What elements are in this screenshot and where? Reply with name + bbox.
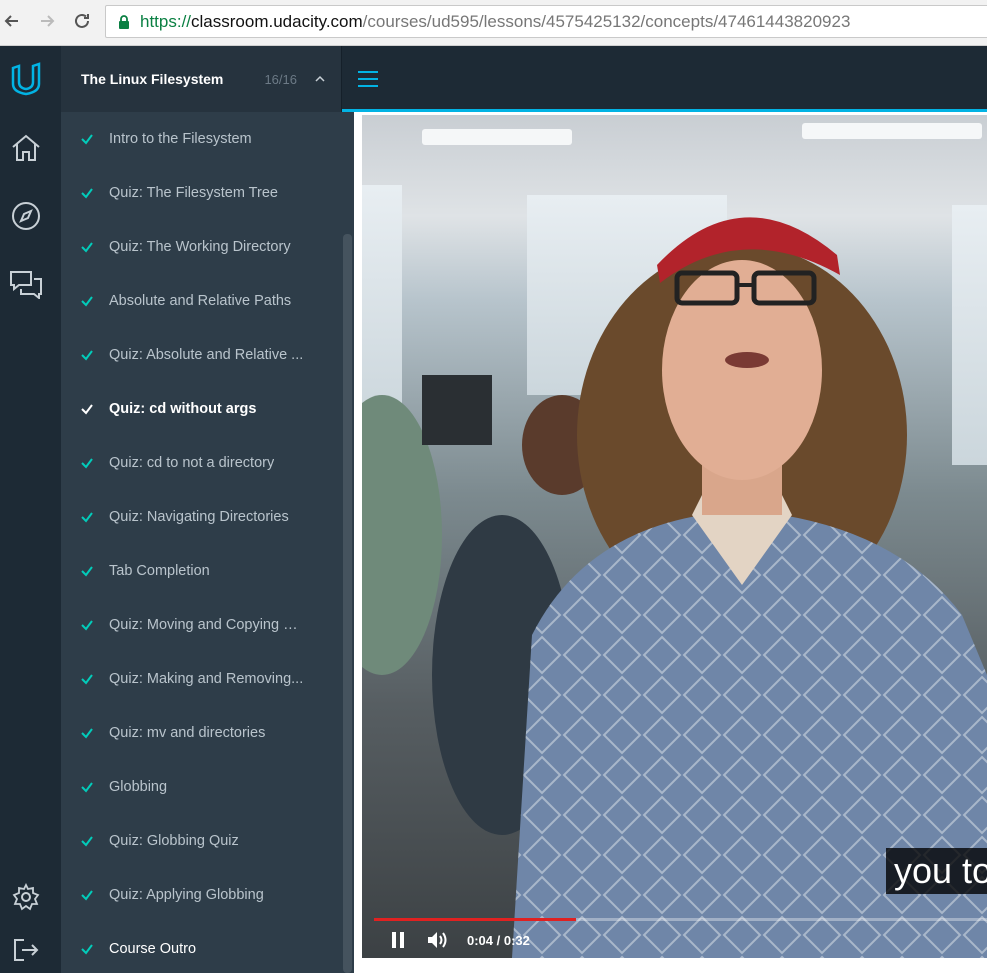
checkmark-icon [81,134,93,145]
lesson-progress-count: 16/16 [264,71,297,87]
reload-icon [75,13,89,28]
chevron-up-icon[interactable] [313,72,327,86]
checkmark-icon [81,782,93,793]
checkmark-icon [81,404,93,415]
concept-item[interactable]: Quiz: Globbing Quiz [61,814,341,868]
checkmark-icon [81,458,93,469]
video-caption: you to [886,848,987,894]
concept-item[interactable]: Quiz: Moving and Copying Fi... [61,598,341,652]
concept-item-label: Course Outro [109,941,197,957]
concept-item-label: Quiz: Navigating Directories [109,509,289,525]
lock-icon [119,14,129,29]
concept-item[interactable]: Quiz: The Filesystem Tree [61,166,341,220]
video-controls: 0:04 / 0:32 [387,926,530,954]
video-time: 0:04 / 0:32 [467,932,530,948]
concept-item[interactable]: Tab Completion [61,544,341,598]
lesson-header[interactable]: The Linux Filesystem 16/16 [61,46,341,112]
concept-item[interactable]: Quiz: Applying Globbing [61,868,341,922]
concept-item-label: Tab Completion [109,563,210,579]
volume-button[interactable] [427,929,449,951]
concept-item-label: Quiz: Moving and Copying Fi... [109,617,304,633]
sidebar-scrollbar[interactable] [341,46,354,973]
left-rail [0,46,61,973]
concept-item-label: Quiz: The Working Directory [109,239,291,255]
concept-item-label: Intro to the Filesystem [109,131,252,147]
concept-item-label: Quiz: Applying Globbing [109,887,264,903]
concept-item[interactable]: Quiz: cd to not a directory [61,436,341,490]
concept-item-label: Quiz: Globbing Quiz [109,833,239,849]
url-path: /courses/ud595/lessons/4575425132/concep… [362,11,851,31]
topbar-accent-line [342,109,987,112]
checkmark-icon [81,890,93,901]
concept-item[interactable]: Quiz: cd without args [61,382,341,436]
checkmark-icon [81,674,93,685]
checkmark-icon [81,728,93,739]
checkmark-icon [81,188,93,199]
checkmark-icon [81,350,93,361]
checkmark-icon [81,242,93,253]
concept-item[interactable]: Quiz: Making and Removing... [61,652,341,706]
checkmark-icon [81,836,93,847]
checkmark-icon [81,512,93,523]
concept-item-label: Globbing [109,779,168,795]
lesson-sidebar: The Linux Filesystem 16/16 Intro to the … [61,46,341,973]
url-text: https://classroom.udacity.com/courses/ud… [140,12,850,32]
concept-item-label: Quiz: mv and directories [109,725,266,741]
gear-icon[interactable] [8,879,44,915]
checkmark-icon [81,944,93,955]
home-icon[interactable] [8,130,44,166]
concept-list: Intro to the Filesystem Quiz: The Filesys… [61,112,341,973]
back-button[interactable] [0,9,24,33]
concept-item-label: Quiz: The Filesystem Tree [109,185,278,201]
concept-item-label: Absolute and Relative Paths [109,293,292,309]
chat-icon[interactable] [8,266,44,302]
video-player[interactable] [362,115,987,958]
browser-toolbar: https://classroom.udacity.com/courses/ud… [0,0,987,46]
concept-item[interactable]: Absolute and Relative Paths [61,274,341,328]
pause-icon [392,932,404,948]
video-progress-fill [374,918,577,921]
content-topbar [341,46,987,112]
forward-button[interactable] [35,9,59,33]
concept-item[interactable]: Quiz: Absolute and Relative ... [61,328,341,382]
concept-item-label: Quiz: Absolute and Relative ... [109,347,304,363]
lesson-title: The Linux Filesystem [81,71,224,87]
presenter-video-frame [362,217,987,958]
concept-item[interactable]: Quiz: The Working Directory [61,220,341,274]
checkmark-icon [81,296,93,307]
url-host: classroom.udacity.com [191,11,363,31]
concept-item[interactable]: Intro to the Filesystem [61,112,341,166]
concept-item-label: Quiz: cd without args [109,401,257,417]
back-arrow-icon [4,15,18,27]
pause-button[interactable] [387,929,409,951]
concept-item-label: Quiz: cd to not a directory [109,455,275,471]
volume-icon [428,932,447,948]
compass-icon[interactable] [8,198,44,234]
concept-item[interactable]: Quiz: mv and directories [61,706,341,760]
url-protocol: https:// [140,11,192,31]
concept-item[interactable]: Globbing [61,760,341,814]
concept-item-label: Quiz: Making and Removing... [109,671,304,687]
forward-arrow-icon [41,15,55,27]
address-bar[interactable]: https://classroom.udacity.com/courses/ud… [105,5,987,38]
hamburger-menu-icon[interactable] [357,69,379,89]
page-edge [627,967,987,973]
video-progress-bar[interactable] [374,918,987,921]
concept-item[interactable]: Course Outro [61,922,341,973]
udacity-logo-icon[interactable] [8,60,44,96]
reload-button[interactable] [70,9,94,33]
checkmark-icon [81,566,93,577]
checkmark-icon [81,620,93,631]
concept-item[interactable]: Quiz: Navigating Directories [61,490,341,544]
scrollbar-thumb[interactable] [343,234,352,973]
logout-icon[interactable] [8,932,44,968]
